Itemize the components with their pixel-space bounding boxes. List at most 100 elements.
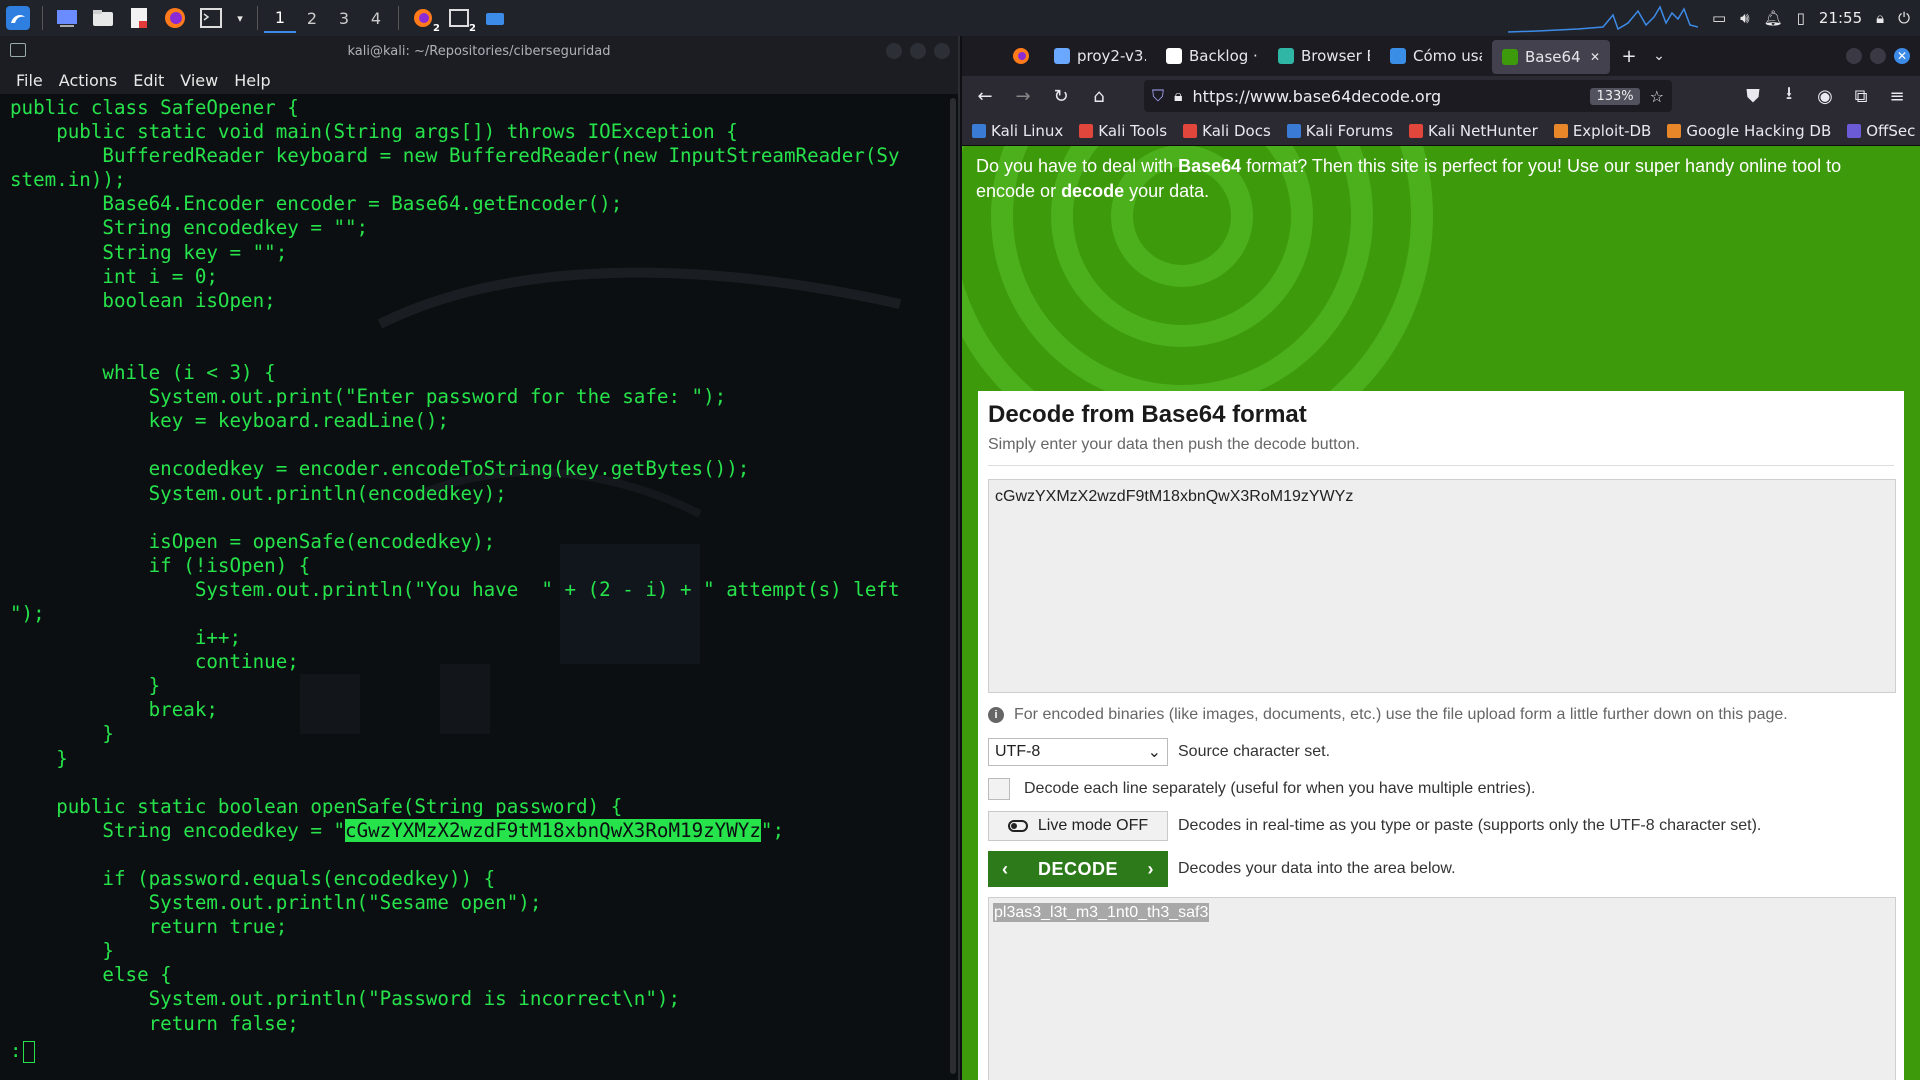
bookmark-item[interactable]: Kali Forums [1286,122,1393,140]
reload-icon[interactable]: ↻ [1046,81,1076,111]
forward-arrow-icon[interactable]: → [1008,81,1038,111]
maximize-button[interactable] [910,43,926,59]
file-manager-icon[interactable] [88,3,118,33]
back-arrow-icon[interactable]: ← [970,81,1000,111]
terminal-titlebar[interactable]: kali@kali: ~/Repositories/ciberseguridad [0,36,958,66]
vim-command-prompt[interactable]: : [10,1040,36,1063]
terminal-scrollbar[interactable] [950,98,956,1074]
each-line-checkbox[interactable] [988,778,1010,800]
workspace-4[interactable]: 4 [360,3,392,33]
bookmark-item[interactable]: Kali Docs [1183,122,1271,140]
zoom-level-badge[interactable]: 133% [1590,87,1640,105]
code-line: } [10,674,161,698]
bookmark-icon [1409,123,1424,138]
separator [42,6,43,30]
folder-window-icon[interactable] [480,3,510,33]
firefox-view-button[interactable] [962,39,1044,73]
firefox-window-group-icon[interactable]: 2 [408,3,440,34]
firefox-icon[interactable] [160,3,190,33]
menu-actions[interactable]: Actions [51,71,125,90]
bookmark-icon [1183,123,1198,138]
decode-button[interactable]: ‹ DECODE › [988,851,1168,887]
bookmark-item[interactable]: OffSec [1847,122,1915,140]
maximize-button[interactable] [1870,48,1886,64]
close-button[interactable] [934,43,950,59]
desktop-icon[interactable] [52,3,82,33]
workspace-1[interactable]: 1 [264,3,296,33]
firefox-window: proy2-v3.pdf Backlog · @EF Browser Exten Có… [962,36,1920,1080]
padlock-icon[interactable]: 🔒︎ [1174,86,1183,106]
minimize-button[interactable] [886,43,902,59]
shield-icon[interactable]: ⛉ [1152,86,1164,106]
chevron-down-icon[interactable]: ▾ [232,3,248,33]
selected-output-text[interactable]: pl3as3_l3t_m3_1nt0_th3_saf3 [993,903,1210,922]
chevron-down-icon: ⌄ [1147,744,1161,761]
browser-tab[interactable]: Base64 Dec ✕ [1492,40,1610,74]
charset-select[interactable]: UTF-8 ⌄ [988,738,1168,766]
pocket-icon[interactable]: ⛊ [1738,81,1768,111]
volume-icon[interactable]: 🔊︎ [1740,9,1749,27]
browser-tab[interactable]: Backlog · @EF [1156,39,1268,73]
bookmark-item[interactable]: Google Hacking DB [1667,122,1831,140]
text-editor-icon[interactable] [124,3,154,33]
display-icon[interactable]: ▭ [1712,9,1726,27]
browser-tab[interactable]: proy2-v3.pdf [1044,39,1156,73]
notification-bell-icon[interactable]: 🔔︎ [1764,9,1783,27]
battery-icon[interactable]: ▯ [1797,9,1805,27]
code-line: System.out.println("Sesame open"); [10,891,542,915]
menu-help[interactable]: Help [226,71,278,90]
menu-view[interactable]: View [172,71,226,90]
code-text: "; [760,818,784,842]
url-text[interactable]: https://www.base64decode.org [1193,87,1442,106]
home-icon[interactable]: ⌂ [1084,81,1114,111]
close-button[interactable]: ✕ [1894,48,1910,64]
code-line: key = keyboard.readLine(); [10,409,449,433]
close-tab-icon[interactable]: ✕ [1590,50,1600,64]
account-icon[interactable]: ◉ [1810,81,1840,111]
highlighted-encoded-key[interactable]: cGwzYXMzX2wzdF9tM18xbnQwX3RoM19zYWYz [345,818,761,842]
decoded-output-textarea[interactable]: pl3as3_l3t_m3_1nt0_th3_saf3 [988,897,1896,1080]
code-line: boolean isOpen; [10,288,276,312]
each-line-label: Decode each line separately (useful for … [1024,780,1536,797]
info-row: i For encoded binaries (like images, doc… [988,706,1894,724]
menu-file[interactable]: File [8,71,51,90]
extensions-icon[interactable]: ⧉ [1846,81,1876,111]
bookmark-item[interactable]: Exploit-DB [1553,122,1651,140]
bookmark-icon [972,123,986,138]
kali-menu-icon[interactable] [3,3,33,33]
intro-text: Do you have to deal with Base64 format? … [976,156,1842,201]
tab-label: Base64 Dec [1525,48,1583,66]
power-icon[interactable]: ⏻ [1898,9,1910,27]
workspace-2[interactable]: 2 [296,3,328,33]
live-mode-button[interactable]: Live mode OFF [988,811,1168,841]
bookmark-star-icon[interactable]: ☆ [1650,87,1664,106]
bookmark-label: Kali NetHunter [1428,121,1538,140]
each-line-row: Decode each line separately (useful for … [988,778,1894,800]
bookmark-item[interactable]: Kali NetHunter [1409,122,1538,140]
menu-edit[interactable]: Edit [125,71,172,90]
minimize-button[interactable] [1846,48,1862,64]
bookmark-item[interactable]: Kali Tools [1079,122,1167,140]
terminal-window-group-icon[interactable]: 2 [444,3,476,34]
code-line: if (password.equals(encodedkey)) { [10,867,496,890]
lock-icon[interactable]: 🔒︎ [1876,9,1884,27]
browser-tab[interactable]: Cómo usar SS [1380,39,1492,73]
hamburger-menu-icon[interactable]: ≡ [1882,81,1912,111]
workspace-3[interactable]: 3 [328,3,360,33]
clock[interactable]: 21:55 [1819,9,1862,27]
tab-list-chevron-icon[interactable]: ⌄ [1644,41,1674,71]
info-icon: i [988,707,1004,723]
new-tab-button[interactable]: + [1614,41,1644,71]
bookmark-item[interactable]: Kali Linux [972,122,1063,140]
code-listing[interactable]: public class SafeOpener { public static … [0,94,958,1038]
url-bar[interactable]: ⛉ 🔒︎ https://www.base64decode.org 133% ☆ [1144,80,1672,112]
terminal-launcher-icon[interactable] [196,3,226,33]
live-mode-label: Live mode OFF [1037,817,1149,834]
downloads-icon[interactable]: ⭳ [1774,81,1804,111]
info-text: For encoded binaries (like images, docum… [1014,706,1788,723]
browser-tab[interactable]: Browser Exten [1268,39,1380,73]
code-line: encodedkey = encoder.encodeToString(key.… [10,457,750,481]
encoded-input-textarea[interactable]: cGwzYXMzX2wzdF9tM18xbnQwX3RoM19zYWYz [988,479,1896,693]
